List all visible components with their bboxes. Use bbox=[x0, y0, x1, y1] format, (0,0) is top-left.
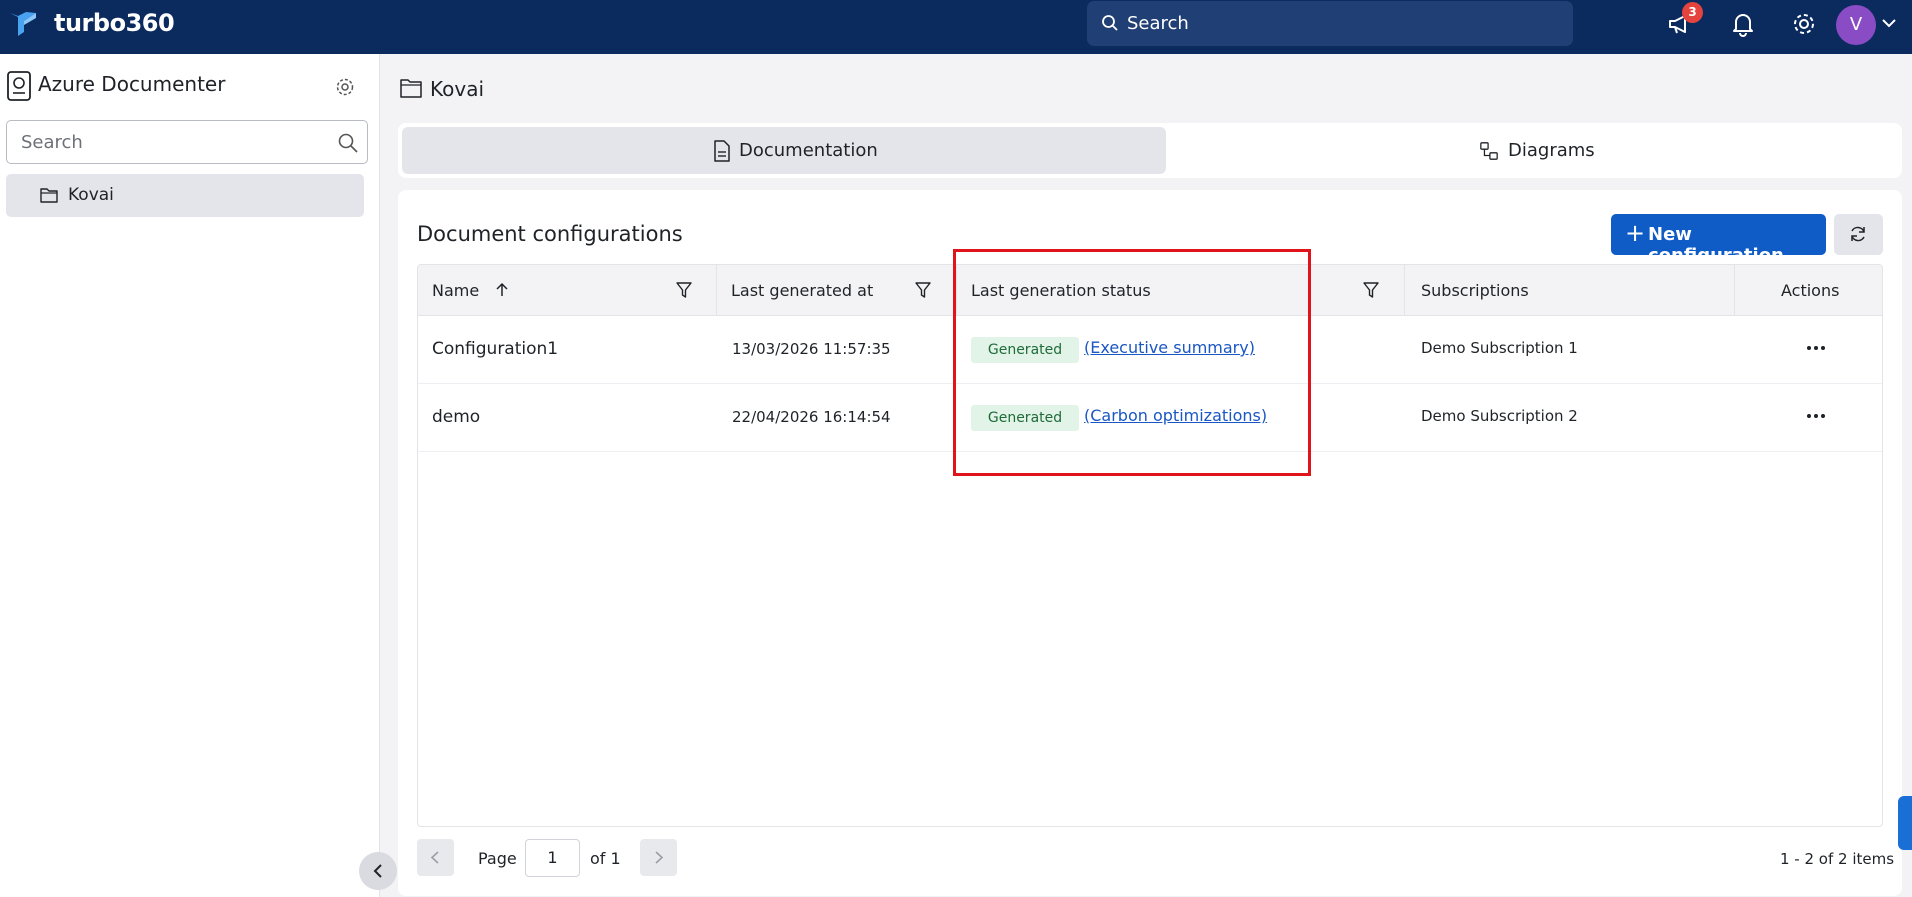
arrow-up-icon[interactable] bbox=[494, 282, 510, 298]
filter-icon[interactable] bbox=[914, 281, 932, 299]
gear-icon[interactable] bbox=[1788, 8, 1820, 40]
turbo360-logo-icon[interactable] bbox=[8, 8, 38, 38]
folder-icon bbox=[40, 188, 58, 203]
column-header-label: Name bbox=[432, 281, 480, 300]
sidebar: Azure Documenter Search Kovai bbox=[0, 54, 380, 897]
refresh-icon bbox=[1851, 226, 1865, 242]
subscription-name: Demo Subscription 2 bbox=[1421, 407, 1578, 425]
column-header-label: Subscriptions bbox=[1421, 281, 1529, 300]
tab-diagrams[interactable]: Diagrams bbox=[1168, 127, 1898, 174]
app-title: Azure Documenter bbox=[38, 72, 226, 96]
column-header-subscriptions[interactable]: Subscriptions bbox=[1405, 265, 1735, 316]
tab-documentation[interactable]: Documentation bbox=[402, 127, 1166, 174]
chevron-left-icon bbox=[373, 864, 382, 878]
global-search-placeholder: Search bbox=[1127, 13, 1189, 34]
chevron-left-icon bbox=[430, 851, 439, 864]
folder-icon bbox=[400, 79, 422, 98]
collapse-sidebar-button[interactable] bbox=[359, 852, 397, 890]
tab-diagrams-label: Diagrams bbox=[1508, 140, 1595, 161]
last-generated-at: 22/04/2026 16:14:54 bbox=[732, 408, 891, 426]
app-settings-gear-icon[interactable] bbox=[334, 76, 356, 98]
previous-page-button[interactable] bbox=[417, 839, 454, 876]
plus-icon: + bbox=[1625, 219, 1646, 247]
tab-bar: Documentation Diagrams bbox=[398, 123, 1902, 178]
last-generated-at: 13/03/2026 11:57:35 bbox=[732, 340, 891, 358]
column-header-actions: Actions bbox=[1735, 265, 1882, 316]
chevron-right-icon bbox=[655, 851, 664, 864]
azure-documenter-icon bbox=[7, 71, 31, 101]
column-header-last-generated-at[interactable]: Last generated at bbox=[717, 265, 957, 316]
ellipsis-icon[interactable] bbox=[1804, 336, 1828, 360]
global-search-input[interactable]: Search bbox=[1087, 1, 1573, 46]
column-header-label: Actions bbox=[1781, 281, 1840, 300]
page-total-label: of 1 bbox=[590, 849, 621, 868]
configuration-name[interactable]: Configuration1 bbox=[432, 339, 558, 359]
ellipsis-icon[interactable] bbox=[1804, 404, 1828, 428]
page-label: Page bbox=[478, 849, 517, 868]
column-header-name[interactable]: Name bbox=[418, 265, 717, 316]
page-title: Kovai bbox=[430, 77, 485, 101]
column-header-label: Last generated at bbox=[731, 281, 874, 300]
items-info: 1 - 2 of 2 items bbox=[1780, 850, 1895, 868]
new-configuration-button[interactable]: + New configuration bbox=[1611, 214, 1826, 266]
notification-count-badge: 3 bbox=[1682, 2, 1703, 23]
configuration-name[interactable]: demo bbox=[432, 407, 480, 427]
brand-name[interactable]: turbo360 bbox=[54, 9, 175, 37]
search-icon[interactable] bbox=[337, 132, 359, 154]
user-avatar[interactable]: V bbox=[1836, 5, 1876, 45]
filter-icon[interactable] bbox=[1362, 281, 1380, 299]
sidebar-search-input[interactable]: Search bbox=[6, 120, 368, 164]
tab-documentation-label: Documentation bbox=[739, 140, 878, 161]
top-bar: turbo360 Search 3 V bbox=[0, 0, 1912, 54]
sidebar-item-label: Kovai bbox=[68, 185, 114, 205]
subscription-name: Demo Subscription 1 bbox=[1421, 339, 1578, 357]
filter-icon[interactable] bbox=[675, 281, 693, 299]
bell-icon[interactable] bbox=[1727, 8, 1759, 40]
card-title: Document configurations bbox=[417, 222, 683, 246]
sidebar-search-placeholder: Search bbox=[21, 132, 83, 153]
document-icon bbox=[714, 140, 730, 162]
search-icon bbox=[1102, 15, 1118, 31]
new-configuration-label: New configuration bbox=[1648, 224, 1784, 266]
refresh-button[interactable] bbox=[1834, 214, 1883, 255]
feedback-side-tab[interactable] bbox=[1898, 796, 1912, 850]
highlight-box bbox=[953, 249, 1311, 476]
diagram-icon bbox=[1480, 142, 1498, 160]
next-page-button[interactable] bbox=[640, 839, 677, 876]
page-number-input[interactable]: 1 bbox=[525, 839, 580, 877]
sidebar-item-kovai[interactable]: Kovai bbox=[6, 174, 364, 217]
chevron-down-icon[interactable] bbox=[1880, 14, 1898, 32]
